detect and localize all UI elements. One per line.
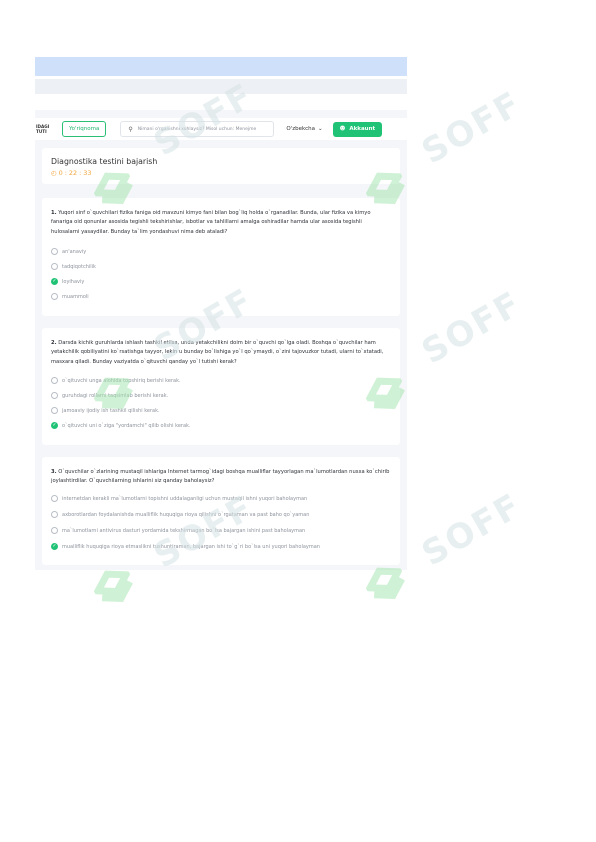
option-label: tadqiqotchilik xyxy=(62,263,96,270)
radio-icon[interactable] xyxy=(51,495,58,502)
timer: ◴ 0 : 22 : 33 xyxy=(51,169,91,177)
option-label: internetdan kerakli ma`lumotlarni topish… xyxy=(62,495,308,502)
answer-option[interactable]: tadqiqotchilik xyxy=(51,263,96,270)
answer-option[interactable]: muammoli xyxy=(51,293,89,300)
guide-button[interactable]: Yo'riqnoma xyxy=(62,121,107,137)
question-number: 3. xyxy=(51,469,57,475)
chevron-down-icon: ⌄ xyxy=(318,126,323,132)
radio-icon[interactable] xyxy=(51,248,58,255)
language-select[interactable]: O'zbekcha ⌄ xyxy=(286,126,322,132)
user-icon: ☻ xyxy=(339,126,346,132)
question-body: O`quvchilar o`zlarining mustaqil ishlari… xyxy=(51,469,390,485)
question-body: Darsda kichik guruhlarda ishlash tashkil… xyxy=(51,340,384,365)
radio-icon[interactable] xyxy=(51,293,58,300)
question-number: 2. xyxy=(51,340,57,346)
radio-icon[interactable] xyxy=(51,511,58,518)
check-circle-icon[interactable]: ✓ xyxy=(51,543,58,550)
clock-icon: ◴ xyxy=(51,169,57,177)
option-label: axborotlardan foydalanishda mualliflik h… xyxy=(62,511,310,518)
account-button[interactable]: ☻ Akkaunt xyxy=(332,121,383,137)
check-circle-icon[interactable]: ✓ xyxy=(51,422,58,429)
radio-icon[interactable] xyxy=(51,527,58,534)
option-label: muammoli xyxy=(62,293,89,300)
question-text: 1. Yuqori sinf o`quvchilari fizika fanig… xyxy=(51,209,391,237)
radio-icon[interactable] xyxy=(51,392,58,399)
account-label: Akkaunt xyxy=(349,126,376,132)
question-body: Yuqori sinf o`quvchilari fizika faniga o… xyxy=(51,210,371,235)
site-logo[interactable]: IDAGI TUTI xyxy=(35,124,56,134)
search-icon: ⚲ xyxy=(128,125,133,133)
answer-option[interactable]: internetdan kerakli ma`lumotlarni topish… xyxy=(51,495,307,502)
timer-value: 0 : 22 : 33 xyxy=(58,169,92,177)
radio-icon[interactable] xyxy=(51,377,58,384)
page-title: Diagnostika testini bajarish xyxy=(51,157,158,166)
answer-option[interactable]: ✓ loyihaviy xyxy=(51,278,84,285)
watermark-text: SOFF xyxy=(415,283,529,373)
watermark-text: SOFF xyxy=(415,83,529,173)
language-label: O'zbekcha xyxy=(286,126,316,132)
question-text: 3. O`quvchilar o`zlarining mustaqil ishl… xyxy=(51,468,391,487)
radio-icon[interactable] xyxy=(51,263,58,270)
answer-option[interactable]: an'anaviy xyxy=(51,248,86,255)
answer-option[interactable]: axborotlardan foydalanishda mualliflik h… xyxy=(51,511,309,518)
option-label: an'anaviy xyxy=(62,248,87,255)
answer-option[interactable]: ✓ o`qituvchi uni o`ziga "yordamchi" qilib… xyxy=(51,422,191,429)
radio-icon[interactable] xyxy=(51,407,58,414)
option-label: o`qituvchi uni o`ziga "yordamchi" qilib … xyxy=(62,422,191,429)
watermark-text: SOFF xyxy=(415,485,529,575)
top-banner xyxy=(35,57,407,76)
check-circle-icon[interactable]: ✓ xyxy=(51,278,58,285)
question-text: 2. Darsda kichik guruhlarda ishlash tash… xyxy=(51,339,391,367)
question-number: 1. xyxy=(51,210,57,216)
option-label: loyihaviy xyxy=(62,278,85,285)
